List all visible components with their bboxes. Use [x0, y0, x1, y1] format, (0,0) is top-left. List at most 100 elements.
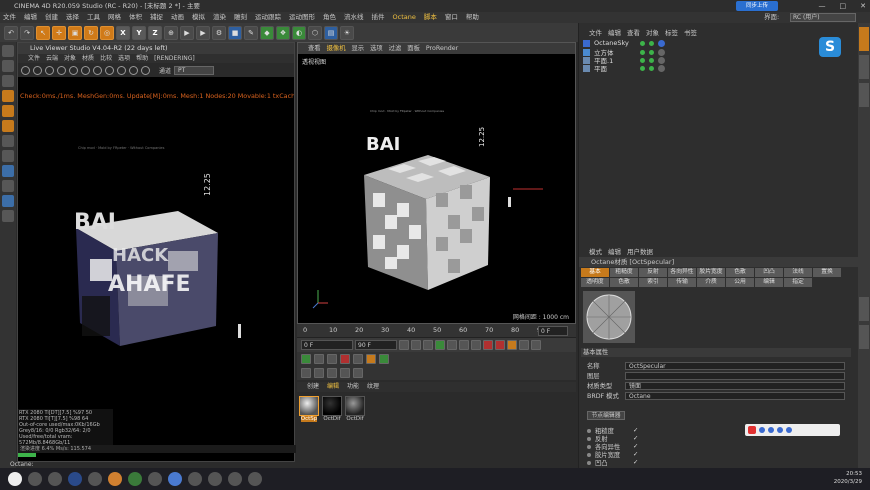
material-channel-tab[interactable]: 粗糙度 [610, 268, 638, 277]
camera-icon[interactable]: ▤ [324, 25, 338, 40]
channel-select[interactable]: PT [174, 65, 215, 75]
points-mode-icon[interactable] [2, 90, 14, 102]
material-channel-tab[interactable]: 指定 [784, 278, 812, 287]
material-channel-tab[interactable]: 传输 [668, 278, 696, 287]
undo-icon[interactable]: ↶ [4, 25, 18, 40]
material-channel-tab[interactable]: 色散 [726, 268, 754, 277]
stop-icon[interactable] [57, 65, 66, 75]
z-axis-button[interactable]: Z [148, 25, 162, 40]
interp-spline-icon[interactable] [327, 368, 337, 378]
param-icon[interactable] [531, 340, 541, 350]
check-icon[interactable]: ✓ [633, 435, 638, 442]
render-dot[interactable] [649, 40, 654, 46]
explorer-icon[interactable] [208, 472, 222, 486]
live-viewer-menu-item[interactable]: 文件 [28, 54, 40, 63]
clay-icon[interactable] [129, 65, 138, 75]
model-mode-icon[interactable] [2, 60, 14, 72]
pause-icon[interactable] [45, 65, 54, 75]
interp-step-icon[interactable] [314, 368, 324, 378]
object-menu-item[interactable]: 文件 [589, 27, 602, 37]
live-viewer-menu-item[interactable]: 材质 [82, 54, 94, 63]
check-icon[interactable]: ✓ [633, 451, 638, 458]
material-item[interactable]: OctDif [322, 396, 342, 422]
render-picture-viewer-icon[interactable]: ▶ [196, 25, 210, 40]
render-dot[interactable] [649, 57, 654, 63]
subdivision-icon[interactable]: ◆ [260, 25, 274, 40]
material-swatch[interactable] [345, 396, 365, 416]
menu-item[interactable]: 模拟 [192, 12, 205, 23]
menu-item[interactable]: 脚本 [424, 12, 437, 23]
goto-start-icon[interactable] [399, 340, 409, 350]
coord-system-icon[interactable]: ⊕ [164, 25, 178, 40]
property-value[interactable] [625, 371, 845, 380]
property-value[interactable]: Octane [625, 391, 845, 400]
close-icon[interactable]: ✕ [860, 0, 866, 12]
axis-mode-icon[interactable] [2, 135, 14, 147]
material-menu-item[interactable]: 编辑 [327, 382, 339, 392]
menu-item[interactable]: 工具 [87, 12, 100, 23]
timeline-ruler[interactable]: 0102030405060708090 0 F [297, 324, 576, 338]
dock-tab-objects[interactable] [859, 27, 869, 51]
material-channel-tab[interactable]: 各向异性 [668, 268, 696, 277]
photoshop-icon[interactable] [68, 472, 82, 486]
key-rotation-icon[interactable] [327, 354, 337, 364]
key-point-icon[interactable] [379, 354, 389, 364]
viewport-menu-item[interactable]: 过滤 [389, 43, 402, 54]
ime-voice-icon[interactable] [777, 427, 783, 433]
keyframe-select-icon[interactable] [507, 340, 517, 350]
move-icon[interactable]: ✛ [52, 25, 66, 40]
chrome-icon[interactable] [188, 472, 202, 486]
ime-mode-icon[interactable] [759, 427, 765, 433]
live-viewer-menu-item[interactable]: 比较 [100, 54, 112, 63]
light-icon[interactable]: ☀ [340, 25, 354, 40]
tweak-mode-icon[interactable] [2, 150, 14, 162]
material-channel-tab[interactable]: 置换 [813, 268, 841, 277]
render-dot[interactable] [649, 65, 654, 71]
menu-item[interactable]: 窗口 [445, 12, 458, 23]
key-grid-icon[interactable] [366, 354, 376, 364]
illustrator-icon[interactable] [108, 472, 122, 486]
interface-select[interactable]: RC (用户) [790, 13, 856, 22]
material-menu-item[interactable]: 功能 [347, 382, 359, 392]
menu-item[interactable]: Octane [393, 12, 416, 23]
dock-tab-attributes[interactable] [859, 297, 869, 321]
viewport-menu-item[interactable]: 摄像机 [327, 43, 346, 54]
app-icon[interactable] [88, 472, 102, 486]
render-view-icon[interactable]: ▶ [180, 25, 194, 40]
cube-icon[interactable]: ■ [228, 25, 242, 40]
ime-toolbar[interactable] [745, 424, 840, 436]
media-icon[interactable] [248, 472, 262, 486]
attribute-menu-item[interactable]: 模式 [589, 246, 602, 256]
material-channel-tab[interactable]: 索引 [639, 278, 667, 287]
prev-frame-icon[interactable] [423, 340, 433, 350]
material-item[interactable]: OctSp [299, 396, 319, 422]
material-channel-tab[interactable]: 反射 [639, 268, 667, 277]
menu-item[interactable]: 文件 [3, 12, 16, 23]
menu-item[interactable]: 雕刻 [234, 12, 247, 23]
ime-keyboard-icon[interactable] [786, 427, 792, 433]
visibility-dot[interactable] [640, 49, 645, 55]
visibility-dot[interactable] [640, 40, 645, 46]
scale-icon[interactable]: ▣ [68, 25, 82, 40]
live-viewer-menu-item[interactable]: 帮助 [136, 54, 148, 63]
viewport-menu-item[interactable]: 选项 [370, 43, 383, 54]
motion-icon[interactable] [519, 340, 529, 350]
settings-icon[interactable] [69, 65, 78, 75]
edges-mode-icon[interactable] [2, 105, 14, 117]
perspective-viewport[interactable]: 查看 摄像机 显示 选项 过滤 面板 ProRender 透视视图 Chip mod · M… [297, 42, 576, 324]
menu-item[interactable]: 体积 [129, 12, 142, 23]
material-channel-tab[interactable]: 凹凸 [755, 268, 783, 277]
search-icon[interactable] [28, 472, 42, 486]
menu-item[interactable]: 角色 [323, 12, 336, 23]
menu-item[interactable]: 运动图形 [289, 12, 315, 23]
minimize-icon[interactable]: — [819, 0, 826, 12]
object-menu-item[interactable]: 对象 [646, 27, 659, 37]
property-value[interactable]: 镜面 [625, 381, 845, 390]
x-axis-button[interactable]: X [116, 25, 130, 40]
key-param-icon[interactable] [340, 354, 350, 364]
attribute-menu-item[interactable]: 用户数据 [627, 246, 653, 256]
end-frame-field[interactable]: 90 F [355, 340, 397, 350]
material-preview-sphere[interactable] [583, 291, 635, 343]
lock-workplane-icon[interactable] [2, 210, 14, 222]
next-frame-icon[interactable] [447, 340, 457, 350]
